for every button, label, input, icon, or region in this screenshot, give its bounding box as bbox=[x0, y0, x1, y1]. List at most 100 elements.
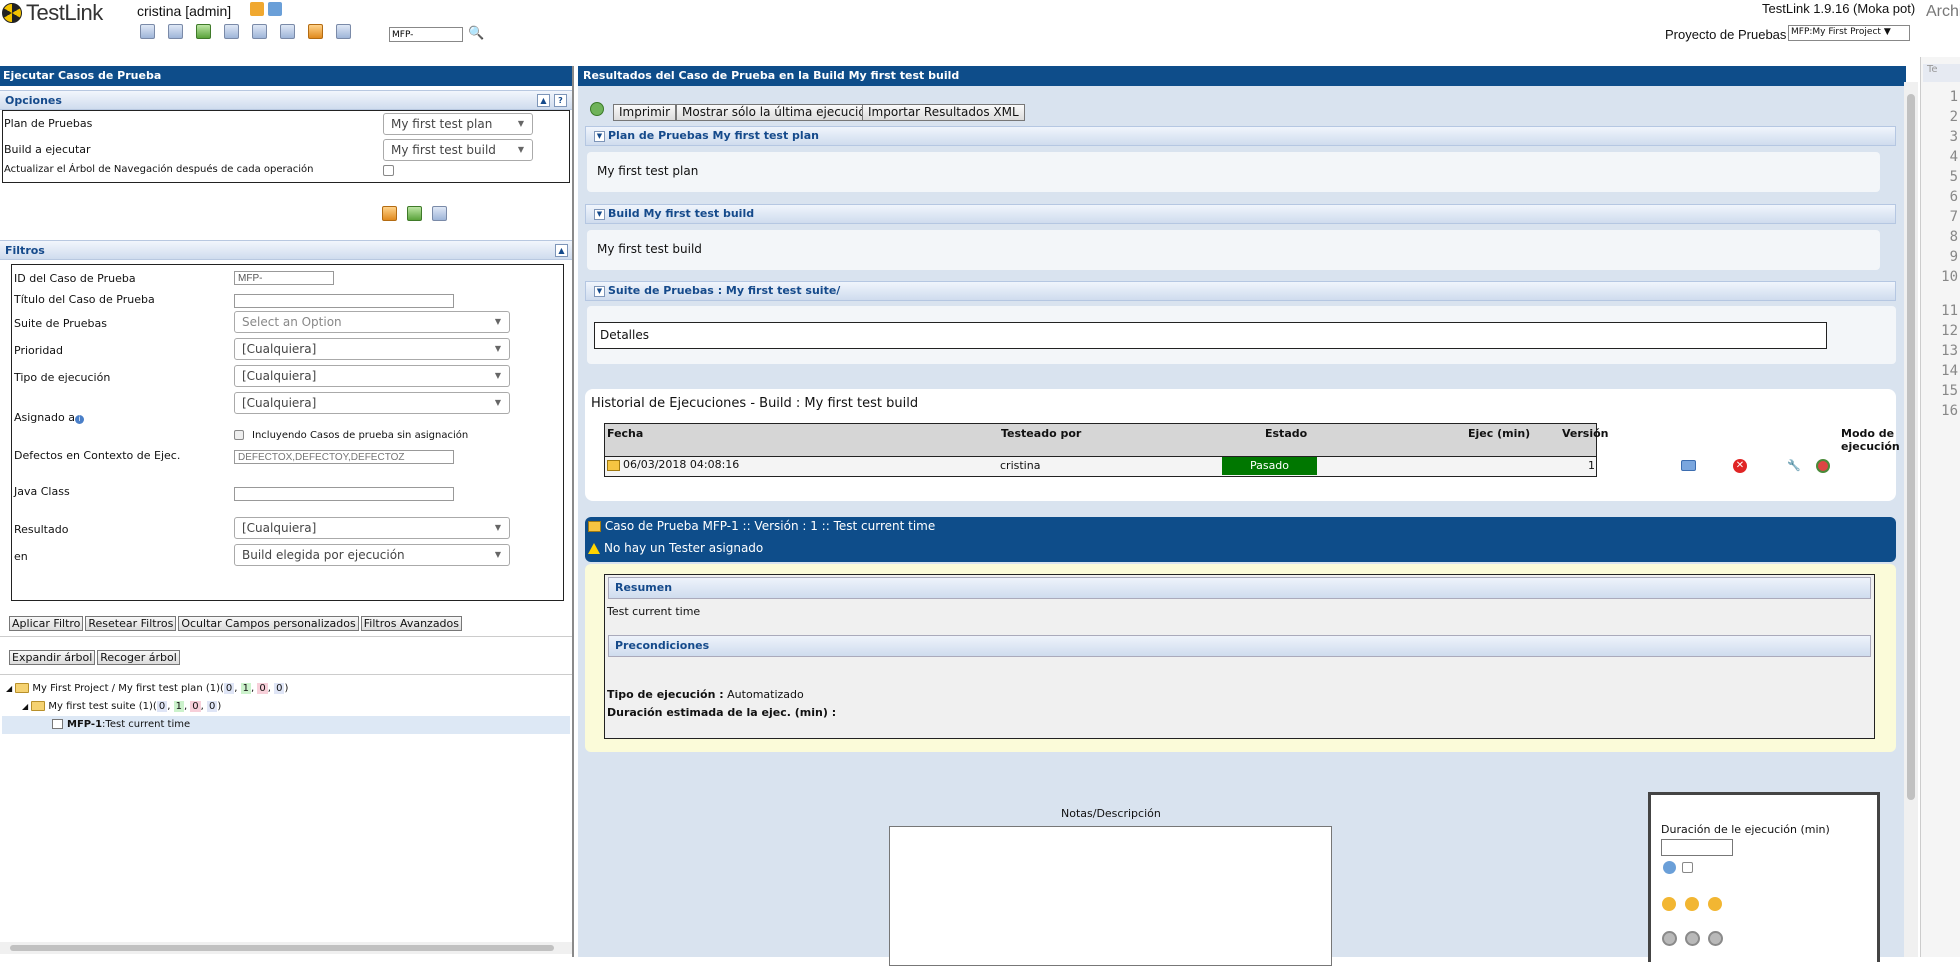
requirements-icon[interactable] bbox=[168, 24, 183, 39]
line-number: 3 bbox=[1949, 129, 1958, 145]
logo-icon bbox=[2, 3, 22, 23]
tree-root[interactable]: ◢ My First Project / My first test plan … bbox=[2, 680, 570, 698]
save-fail-gear-icon[interactable] bbox=[1685, 931, 1700, 946]
events-icon[interactable] bbox=[336, 24, 351, 39]
toggle-icon[interactable]: ▼ bbox=[594, 286, 605, 297]
build-select[interactable]: My first test build bbox=[383, 139, 533, 161]
line-number: 11 bbox=[1941, 303, 1958, 319]
duration-input[interactable] bbox=[1661, 839, 1733, 856]
hide-custom-fields-button[interactable]: Ocultar Campos personalizados bbox=[178, 616, 359, 631]
duration-label: Duración de le ejecución (min) bbox=[1661, 823, 1830, 836]
exec-type-row: Tipo de ejecución : Automatizado bbox=[607, 688, 804, 701]
import-xml-button[interactable]: Importar Resultados XML bbox=[862, 104, 1025, 121]
history-table: Fecha Testeado por Estado Ejec (min) Ver… bbox=[604, 423, 1900, 477]
save-pass-gear-icon[interactable] bbox=[1662, 931, 1677, 946]
exec-type-select[interactable]: [Cualquiera] bbox=[234, 365, 510, 387]
update-tree-checkbox[interactable] bbox=[383, 165, 394, 176]
test-spec-icon[interactable] bbox=[196, 24, 211, 39]
build-section-heading[interactable]: ▼ Build My first test build bbox=[585, 204, 1896, 224]
reports-icon[interactable] bbox=[252, 24, 267, 39]
desktop-nav-icon[interactable] bbox=[140, 24, 155, 39]
refresh-icon[interactable] bbox=[407, 206, 422, 221]
left-horizontal-scrollbar[interactable] bbox=[0, 942, 572, 954]
code-editor-strip: Te 1 2 3 4 5 6 7 8 9 10 11 12 13 14 15 1… bbox=[1920, 57, 1960, 957]
filters-heading: Filtros ▲ bbox=[0, 240, 572, 260]
project-select[interactable]: MFP:My First Project ▼ bbox=[1788, 25, 1910, 41]
include-unassigned-checkbox[interactable] bbox=[234, 430, 244, 440]
line-number: 12 bbox=[1941, 323, 1958, 339]
defects-input[interactable] bbox=[234, 450, 454, 464]
tc-title-input[interactable] bbox=[234, 294, 454, 308]
tc-title-label: Título del Caso de Prueba bbox=[14, 293, 155, 306]
search-icon[interactable]: 🔍 bbox=[468, 26, 484, 41]
reset-filters-button[interactable]: Resetear Filtros bbox=[85, 616, 177, 631]
duration-box: Duración de le ejecución (min) bbox=[1648, 792, 1880, 962]
testlink-logo[interactable]: TestLink bbox=[2, 0, 103, 26]
save-blocked-gear-icon[interactable] bbox=[1708, 931, 1723, 946]
tc-search-input[interactable] bbox=[389, 27, 463, 42]
help-icon[interactable]: ? bbox=[554, 94, 567, 107]
delete-icon[interactable]: ✕ bbox=[1733, 459, 1747, 473]
apply-filter-button[interactable]: Aplicar Filtro bbox=[9, 616, 84, 631]
test-case-header: Caso de Prueba MFP-1 :: Versión : 1 :: T… bbox=[585, 517, 1896, 562]
edit-note-icon[interactable] bbox=[607, 459, 620, 471]
test-case-icon bbox=[52, 719, 63, 729]
execute-icon[interactable] bbox=[308, 24, 323, 39]
line-number: 16 bbox=[1941, 403, 1958, 419]
folder-icon bbox=[15, 683, 30, 693]
notes-textarea[interactable] bbox=[889, 826, 1332, 966]
editor-tab[interactable]: Te bbox=[1923, 64, 1960, 82]
tree-suite[interactable]: ◢ My first test suite (1)(0, 1, 0, 0) bbox=[2, 698, 570, 716]
table-row[interactable]: 06/03/2018 04:08:16 cristina Pasado 1 ✕ … bbox=[605, 457, 1830, 476]
tc-id-label: ID del Caso de Prueba bbox=[14, 272, 136, 285]
notes-icon[interactable] bbox=[1681, 460, 1696, 471]
status-pass-icon[interactable] bbox=[1662, 897, 1676, 911]
status-fail-icon[interactable] bbox=[1685, 897, 1699, 911]
collapse-arrow-icon[interactable]: ◢ bbox=[22, 702, 28, 711]
line-number: 14 bbox=[1941, 363, 1958, 379]
users-icon[interactable] bbox=[280, 24, 295, 39]
print-button[interactable]: Imprimir bbox=[613, 104, 677, 121]
advanced-filters-button[interactable]: Filtros Avanzados bbox=[360, 616, 463, 631]
refresh-results-icon[interactable] bbox=[590, 102, 604, 116]
tree-test-case[interactable]: MFP-1:Test current time bbox=[2, 716, 570, 734]
on-label: en bbox=[14, 550, 28, 563]
tc-id-input[interactable] bbox=[234, 271, 334, 285]
on-select[interactable]: Build elegida por ejecución bbox=[234, 544, 510, 566]
logout-icon[interactable] bbox=[250, 2, 264, 16]
show-last-exec-button[interactable]: Mostrar sólo la última ejecución bbox=[676, 104, 880, 121]
suite-section-heading[interactable]: ▼ Suite de Pruebas : My first test suite/ bbox=[585, 281, 1896, 301]
result-select[interactable]: [Cualquiera] bbox=[234, 517, 510, 539]
toggle-icon[interactable]: ▼ bbox=[594, 209, 605, 220]
suite-label: Suite de Pruebas bbox=[14, 317, 107, 330]
desktop-icon[interactable] bbox=[268, 2, 282, 16]
assign-user-icon[interactable] bbox=[1663, 861, 1676, 874]
plan-select[interactable]: My first test plan bbox=[383, 113, 533, 135]
info-icon[interactable]: i bbox=[74, 415, 84, 424]
bulk-exec-icon[interactable] bbox=[382, 206, 397, 221]
test-plan-icon[interactable] bbox=[224, 24, 239, 39]
details-box[interactable]: Detalles bbox=[594, 322, 1827, 349]
right-vertical-scrollbar[interactable] bbox=[1904, 82, 1918, 957]
assign-checkbox[interactable] bbox=[1682, 862, 1693, 873]
collapse-icon[interactable]: ▲ bbox=[537, 94, 550, 107]
test-tree: ◢ My First Project / My first test plan … bbox=[2, 680, 570, 734]
export-icon[interactable] bbox=[432, 206, 447, 221]
history-header: Fecha Testeado por Estado Ejec (min) Ver… bbox=[605, 424, 1900, 457]
build-label: Build a ejecutar bbox=[4, 143, 91, 156]
toggle-icon[interactable]: ▼ bbox=[594, 131, 605, 142]
priority-select[interactable]: [Cualquiera] bbox=[234, 338, 510, 360]
collapse-arrow-icon[interactable]: ◢ bbox=[6, 684, 12, 693]
test-case-note-icon bbox=[588, 521, 601, 532]
wrench-icon[interactable]: 🔧 bbox=[1787, 459, 1801, 472]
plan-section-heading[interactable]: ▼ Plan de Pruebas My first test plan bbox=[585, 126, 1896, 146]
status-blocked-icon[interactable] bbox=[1708, 897, 1722, 911]
collapse-filters-icon[interactable]: ▲ bbox=[555, 244, 568, 257]
side-window-text: Archi bbox=[1926, 3, 1960, 20]
java-class-input[interactable] bbox=[234, 487, 454, 501]
suite-select[interactable]: Select an Option bbox=[234, 311, 510, 333]
collapse-tree-button[interactable]: Recoger árbol bbox=[97, 650, 180, 665]
expand-tree-button[interactable]: Expandir árbol bbox=[9, 650, 96, 665]
line-number: 2 bbox=[1949, 109, 1958, 125]
assigned-select[interactable]: [Cualquiera] bbox=[234, 392, 510, 414]
